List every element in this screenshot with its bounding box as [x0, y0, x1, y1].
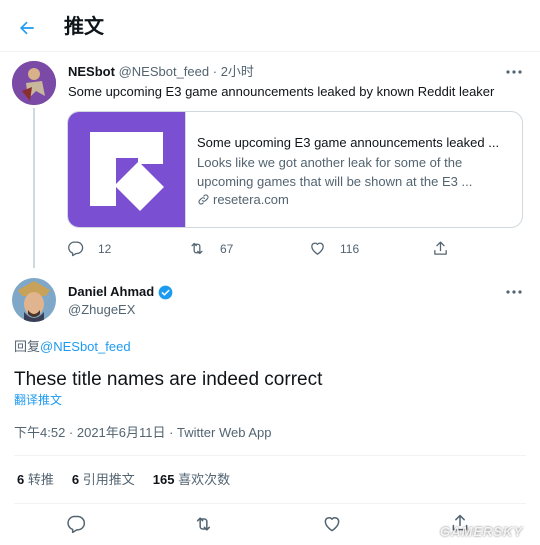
parent-author-handle[interactable]: @NESbot_feed: [119, 64, 210, 79]
retweet-icon: [196, 517, 211, 531]
link-icon: [198, 194, 209, 205]
parent-reply-button[interactable]: 12: [67, 240, 111, 257]
resetera-logo-icon: [90, 132, 164, 211]
reply-icon: [68, 241, 84, 257]
main-author-handle[interactable]: @ZhugeEX: [68, 302, 135, 318]
quotes-label: 引用推文: [82, 472, 135, 487]
reply-button[interactable]: [66, 514, 86, 534]
reply-prefix: 回复: [14, 339, 41, 354]
card-description: Looks like we got another leak for some …: [197, 155, 473, 189]
likes-count: 165: [152, 472, 175, 487]
translate-link[interactable]: 翻译推文: [14, 393, 62, 408]
stats-bottom-divider: [14, 503, 526, 504]
thread-line: [33, 108, 35, 268]
main-more-button[interactable]: [502, 283, 526, 301]
card-domain: resetera.com: [213, 192, 289, 207]
verified-badge-icon: [158, 285, 173, 299]
retweets-label: 转推: [27, 472, 54, 487]
time-separator: ·: [212, 64, 218, 79]
card-thumbnail: [68, 112, 185, 227]
likes-label: 喜欢次数: [178, 472, 231, 487]
reply-icon: [67, 515, 86, 534]
retweet-icon: [191, 242, 203, 255]
parent-share-button[interactable]: [432, 240, 449, 257]
retweets-stat[interactable]: 6 转推: [17, 472, 54, 488]
header-divider: [0, 51, 540, 52]
watermark: GAMERSKY: [440, 524, 524, 539]
link-card[interactable]: Some upcoming E3 game announcements leak…: [67, 111, 523, 228]
parent-tweet-text: Some upcoming E3 game announcements leak…: [68, 84, 495, 99]
parent-retweet-count: 67: [220, 241, 234, 256]
quotes-stat[interactable]: 6 引用推文: [72, 472, 135, 488]
parent-avatar[interactable]: [12, 61, 56, 105]
arrow-left-icon: [20, 21, 34, 35]
parent-retweet-button[interactable]: 67: [188, 240, 233, 257]
like-button[interactable]: [322, 514, 342, 534]
parent-like-button[interactable]: 116: [309, 240, 359, 257]
parent-like-count: 116: [340, 241, 360, 256]
stats-top-divider: [14, 455, 526, 456]
main-avatar[interactable]: [12, 278, 56, 322]
main-author-name[interactable]: Daniel Ahmad: [68, 284, 154, 300]
retweet-button[interactable]: [193, 514, 214, 534]
likes-stat[interactable]: 165 喜欢次数: [153, 472, 230, 488]
card-title: Some upcoming E3 game announcements leak…: [197, 135, 500, 150]
reply-to-link[interactable]: @NESbot_feed: [40, 339, 131, 354]
heart-icon: [311, 242, 324, 255]
parent-author-name[interactable]: NESbot: [68, 64, 115, 79]
card-divider: [185, 112, 186, 227]
parent-more-button[interactable]: [502, 63, 526, 81]
quotes-count: 6: [71, 472, 80, 487]
retweets-count: 6: [17, 472, 25, 487]
page-title: 推文: [64, 16, 104, 38]
tweet-timestamp[interactable]: 下午4:52 · 2021年6月11日 · Twitter Web App: [14, 425, 271, 441]
back-button[interactable]: [14, 15, 40, 41]
more-horizontal-icon: [506, 290, 522, 294]
parent-reply-count: 12: [98, 241, 112, 256]
main-tweet-text: These title names are indeed correct: [14, 369, 323, 390]
heart-icon: [324, 517, 340, 532]
share-icon: [434, 241, 447, 255]
more-horizontal-icon: [506, 70, 522, 74]
parent-time[interactable]: 2小时: [221, 64, 254, 79]
